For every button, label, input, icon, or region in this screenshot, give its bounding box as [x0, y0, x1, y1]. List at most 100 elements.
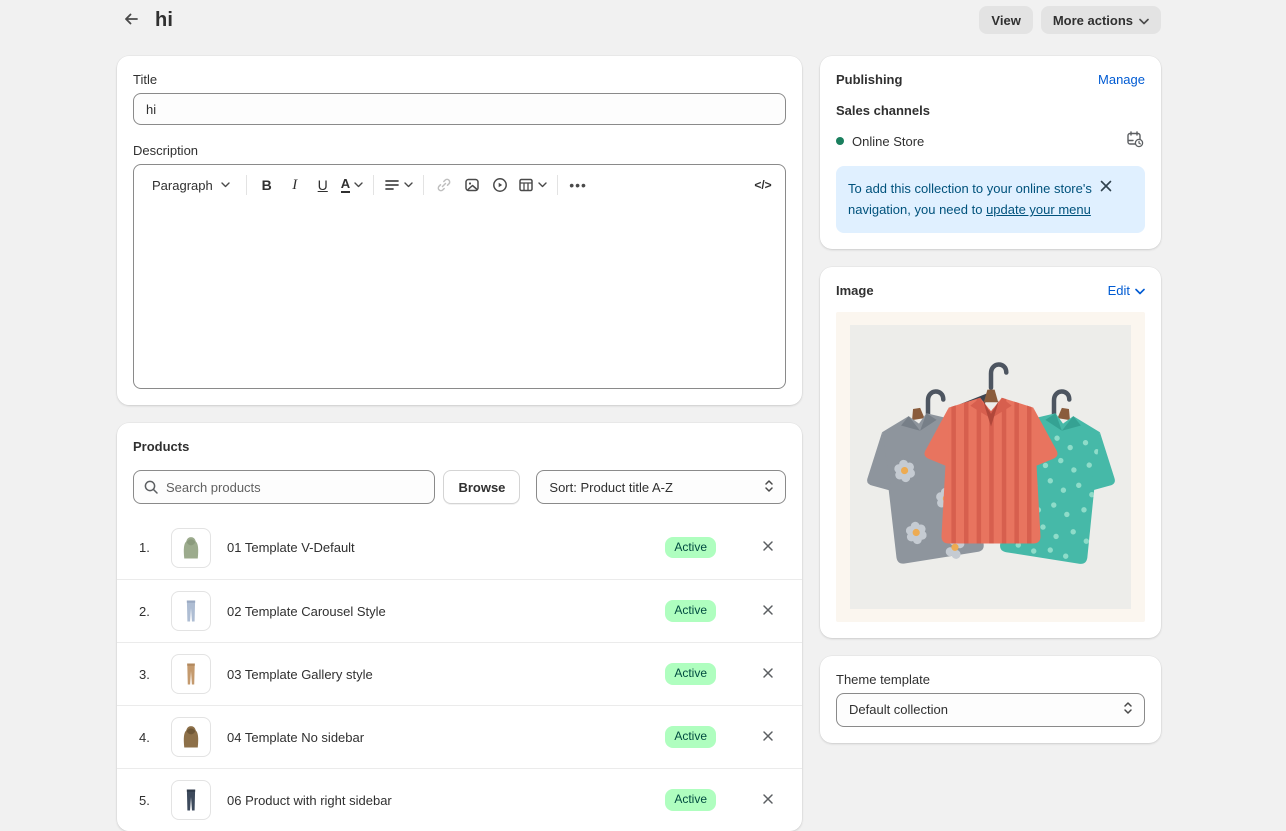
title-description-card: Title Description Paragraph B I: [117, 56, 802, 405]
alignment-button[interactable]: [380, 171, 417, 199]
product-thumbnail-brown-hoodie: [171, 717, 211, 757]
update-your-menu-link[interactable]: update your menu: [986, 202, 1091, 217]
image-heading: Image: [836, 283, 1108, 298]
product-row[interactable]: 3. 03 Template Gallery style Active: [117, 642, 802, 705]
insert-table-button[interactable]: [514, 171, 551, 199]
product-thumbnail-blue-jeans: [171, 591, 211, 631]
browse-button[interactable]: Browse: [443, 470, 520, 504]
topbar-actions: View More actions: [979, 6, 1161, 34]
channel-status-dot: [836, 137, 844, 145]
toolbar-separator: [246, 175, 247, 195]
collection-image: [850, 325, 1131, 609]
row-index: 4.: [139, 730, 157, 745]
italic-button[interactable]: I: [281, 171, 309, 199]
product-list: 1. 01 Template V-Default Active 2.: [117, 516, 802, 831]
product-thumbnail-tan-pants: [171, 654, 211, 694]
x-icon: [762, 730, 774, 745]
link-icon: [436, 177, 452, 193]
product-row[interactable]: 1. 01 Template V-Default Active: [117, 516, 802, 579]
product-title: 01 Template V-Default: [227, 540, 665, 555]
theme-template-label: Theme template: [836, 672, 1145, 687]
description-textarea[interactable]: [134, 205, 785, 388]
chevron-down-icon: [221, 182, 230, 188]
bold-button[interactable]: B: [253, 171, 281, 199]
description-label: Description: [133, 143, 786, 158]
remove-product-button[interactable]: [754, 534, 782, 562]
publishing-heading: Publishing: [836, 72, 1098, 87]
row-index: 5.: [139, 793, 157, 808]
back-button[interactable]: [117, 6, 145, 34]
sort-select-value: Sort: Product title A-Z: [549, 480, 755, 495]
chevron-up-down-icon: [763, 479, 775, 496]
status-badge: Active: [665, 600, 716, 622]
product-title: 04 Template No sidebar: [227, 730, 665, 745]
product-thumbnail-navy-pants: [171, 780, 211, 820]
underline-button[interactable]: U: [309, 171, 337, 199]
view-button-label: View: [991, 13, 1020, 28]
remove-product-button[interactable]: [754, 660, 782, 688]
row-index: 1.: [139, 540, 157, 555]
arrow-left-icon: [123, 11, 139, 30]
x-icon: [762, 667, 774, 682]
sort-select[interactable]: Sort: Product title A-Z: [536, 470, 786, 504]
x-icon: [762, 604, 774, 619]
paragraph-label: Paragraph: [152, 178, 213, 193]
products-heading: Products: [133, 439, 786, 454]
image-card: Image Edit: [820, 267, 1161, 638]
dismiss-banner-button[interactable]: [1100, 180, 1112, 195]
remove-product-button[interactable]: [754, 786, 782, 814]
insert-video-button[interactable]: [486, 171, 514, 199]
chevron-up-down-icon: [1122, 701, 1134, 718]
publishing-card: Publishing Manage Sales channels Online …: [820, 56, 1161, 249]
product-title: 03 Template Gallery style: [227, 667, 665, 682]
x-icon: [762, 540, 774, 555]
channel-name: Online Store: [852, 134, 1126, 149]
collection-image-preview[interactable]: [836, 312, 1145, 622]
topbar: hi View More actions: [117, 0, 1161, 38]
product-row[interactable]: 5. 06 Product with right sidebar Active: [117, 768, 802, 831]
toolbar-separator: [423, 175, 424, 195]
products-controls: Browse Sort: Product title A-Z: [133, 470, 786, 504]
insert-image-button[interactable]: [458, 171, 486, 199]
status-badge: Active: [665, 789, 716, 811]
title-label: Title: [133, 72, 786, 87]
title-input[interactable]: [133, 93, 786, 125]
calendar-clock-icon: [1126, 130, 1145, 152]
image-icon: [464, 177, 480, 193]
product-row[interactable]: 4. 04 Template No sidebar Active: [117, 705, 802, 768]
chevron-down-icon: [538, 182, 547, 188]
products-card: Products Browse Sort: Product title A-Z: [117, 423, 802, 831]
remove-product-button[interactable]: [754, 597, 782, 625]
product-search: [133, 470, 435, 504]
text-color-button[interactable]: A: [337, 171, 367, 199]
chevron-down-icon: [1139, 13, 1149, 28]
search-products-input[interactable]: [133, 470, 435, 504]
more-formatting-button[interactable]: •••: [564, 171, 592, 199]
page: hi View More actions Title Description: [117, 0, 1161, 831]
row-index: 3.: [139, 667, 157, 682]
theme-template-select[interactable]: Default collection: [836, 693, 1145, 727]
toolbar-separator: [373, 175, 374, 195]
row-index: 2.: [139, 604, 157, 619]
navigation-info-banner: To add this collection to your online st…: [836, 166, 1145, 233]
view-button[interactable]: View: [979, 6, 1032, 34]
remove-product-button[interactable]: [754, 723, 782, 751]
editor-toolbar: Paragraph B I U A: [134, 165, 785, 205]
description-editor: Paragraph B I U A: [133, 164, 786, 389]
status-badge: Active: [665, 726, 716, 748]
paragraph-style-dropdown[interactable]: Paragraph: [142, 171, 240, 199]
page-title: hi: [155, 9, 173, 32]
edit-image-button[interactable]: Edit: [1108, 283, 1145, 298]
schedule-availability-button[interactable]: [1126, 130, 1145, 152]
show-html-button[interactable]: </>: [749, 171, 777, 199]
x-icon: [762, 793, 774, 808]
chevron-down-icon: [1135, 283, 1145, 298]
chevron-down-icon: [404, 182, 413, 188]
link-button[interactable]: [430, 171, 458, 199]
product-row[interactable]: 2. 02 Template Carousel Style Active: [117, 579, 802, 642]
more-actions-button[interactable]: More actions: [1041, 6, 1161, 34]
product-title: 02 Template Carousel Style: [227, 604, 665, 619]
play-circle-icon: [492, 177, 508, 193]
manage-publishing-button[interactable]: Manage: [1098, 72, 1145, 87]
sidebar-column: Publishing Manage Sales channels Online …: [820, 56, 1161, 743]
